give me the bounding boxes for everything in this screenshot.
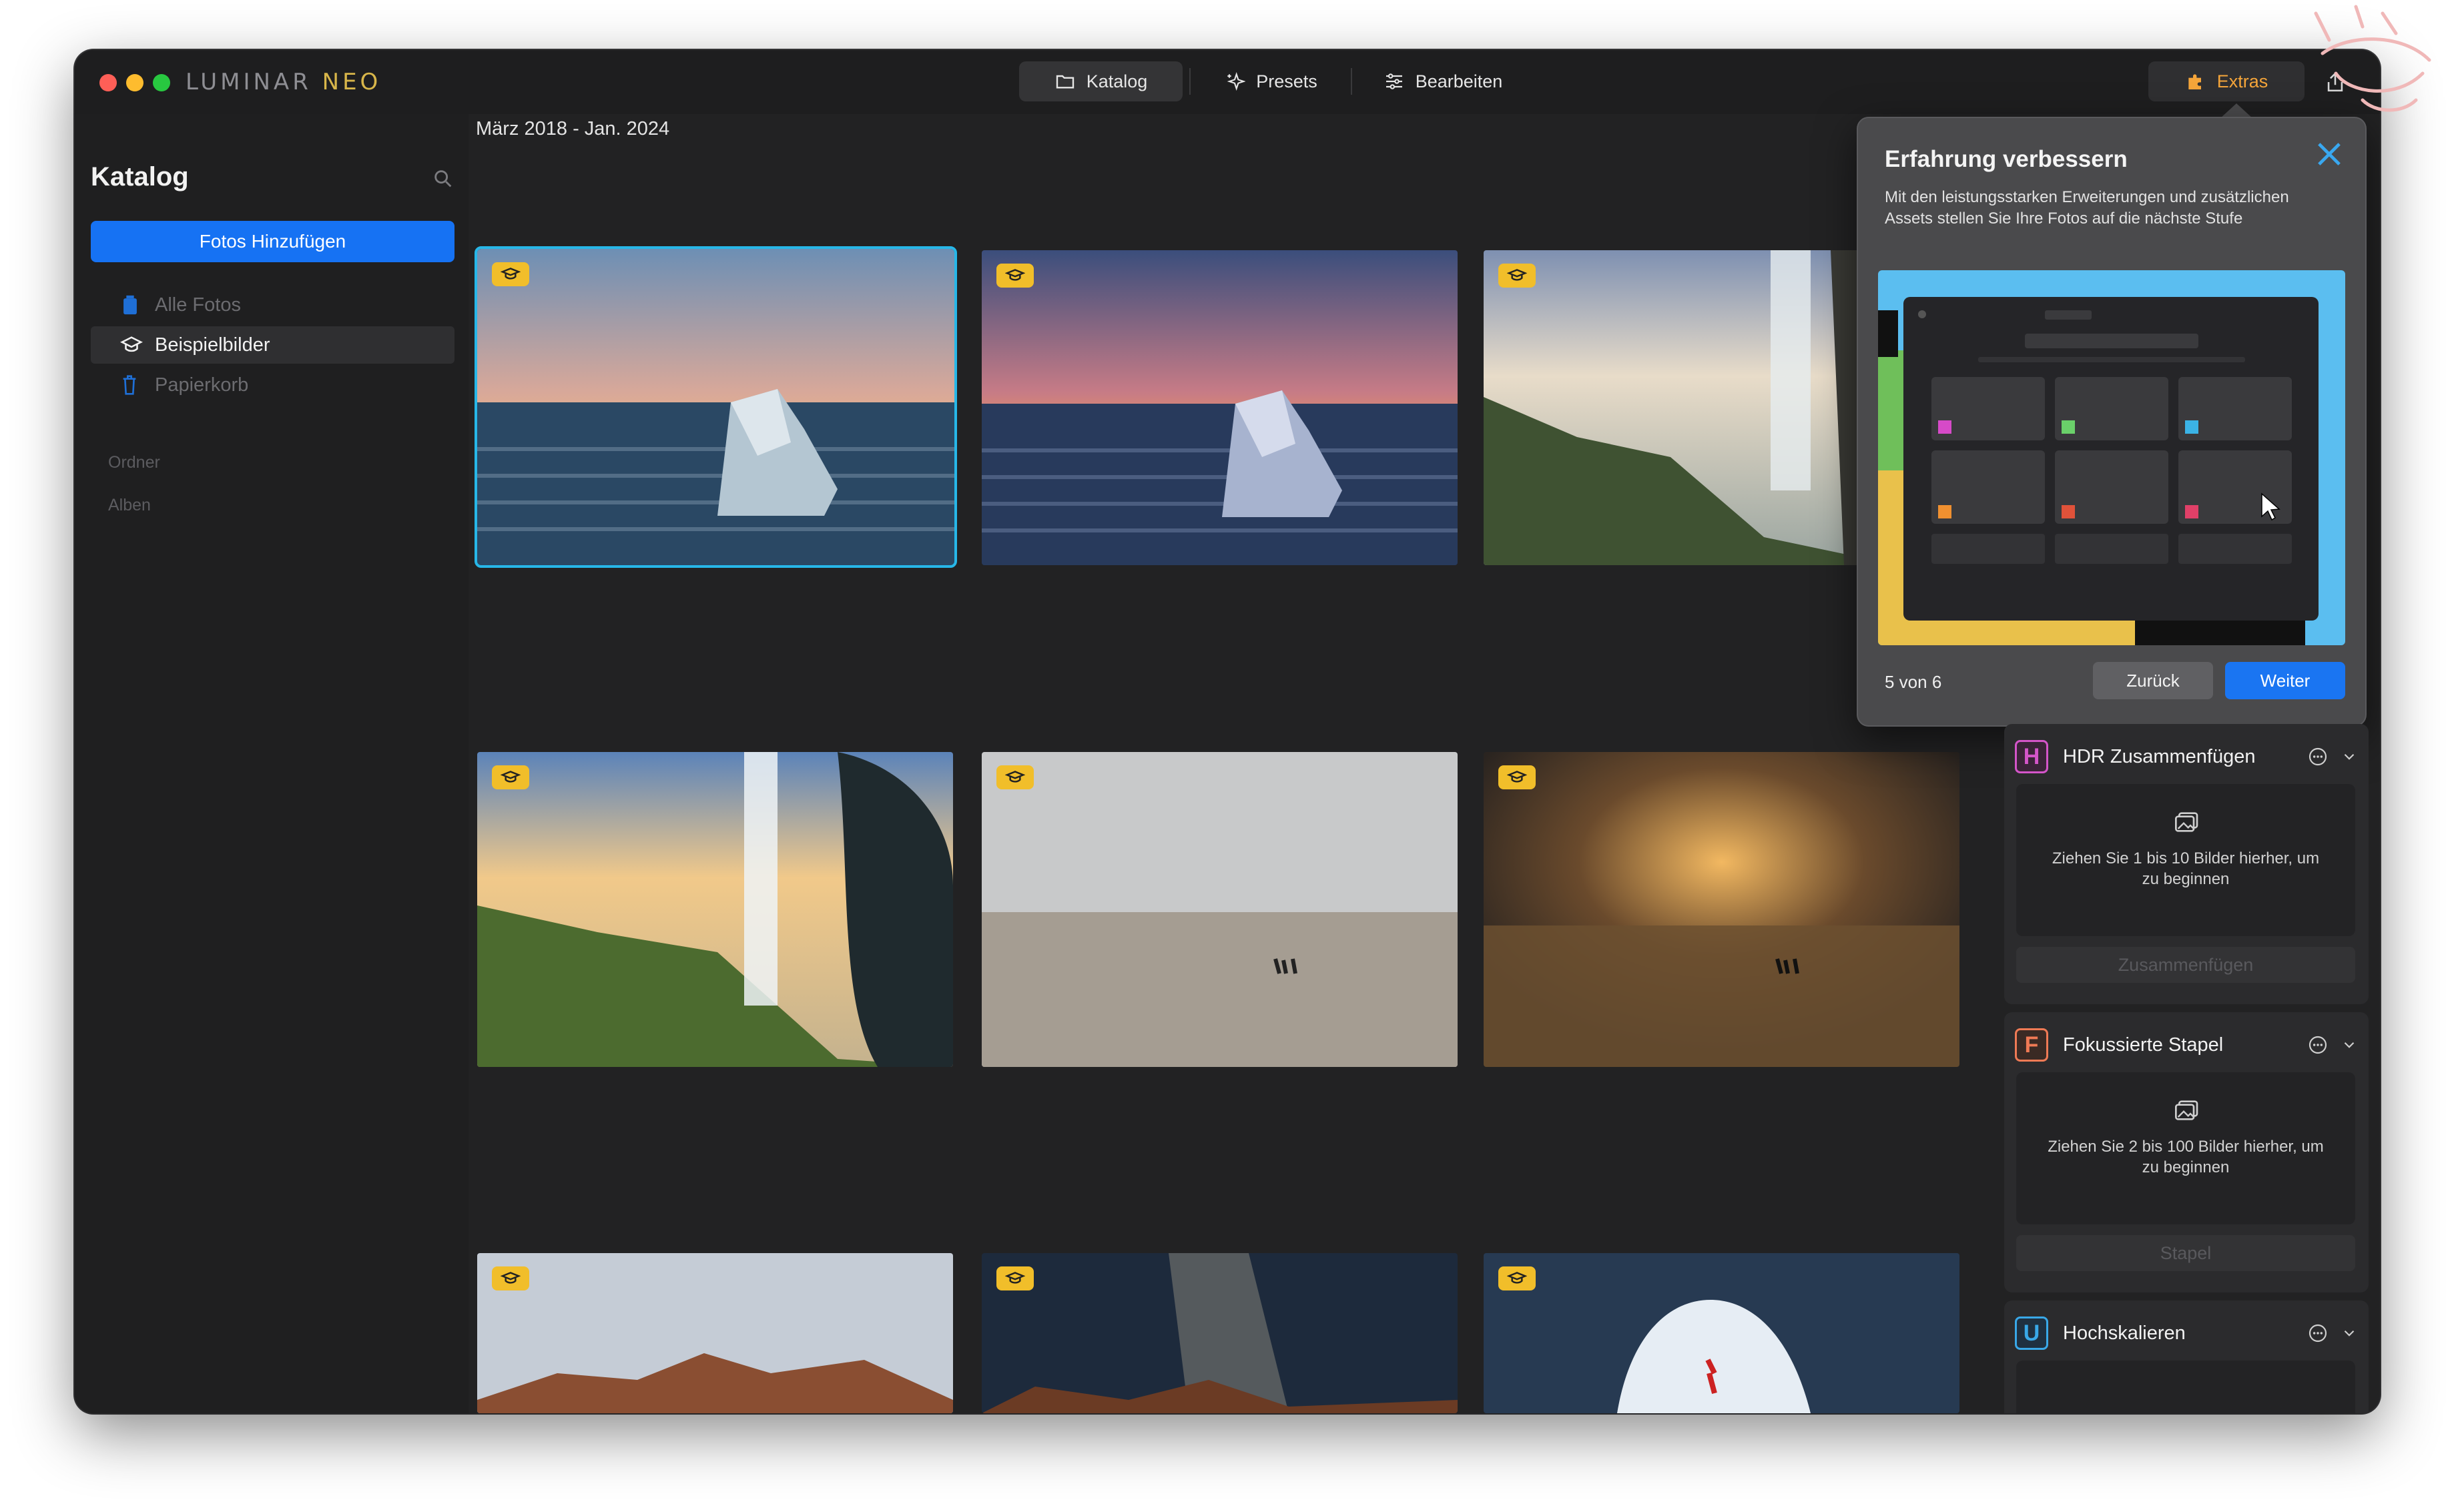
graduation-cap-icon (501, 268, 521, 280)
back-button[interactable]: Zurück (2093, 662, 2213, 699)
sidebar-item-label: Beispielbilder (155, 334, 270, 356)
graduation-cap-icon (1507, 1272, 1527, 1284)
sidebar: Katalog Fotos Hinzufügen Alle Fotos Beis… (75, 114, 469, 1413)
chevron-down-icon[interactable] (2341, 1036, 2358, 1054)
extras-label: Extras (2216, 71, 2268, 91)
tab-presets[interactable]: Presets (1197, 61, 1344, 101)
photo-thumbnail-ice-cave[interactable] (1484, 1253, 1959, 1413)
popup-pointer (2220, 103, 2252, 118)
upscale-logo-icon: U (2015, 1316, 2048, 1350)
sample-badge (996, 264, 1034, 288)
sidebar-title: Katalog (91, 162, 189, 192)
extension-card-focus-stacking: F Fokussierte Stapel Ziehen Sie 2 bis 10… (2004, 1012, 2369, 1292)
sidebar-item-label: Alle Fotos (155, 294, 241, 316)
photo-thumbnail-beach-grey[interactable] (982, 752, 1458, 1067)
graduation-cap-icon (501, 771, 521, 783)
extension-title: HDR Zusammenfügen (2063, 745, 2256, 767)
sample-badge (996, 765, 1034, 789)
graduation-cap-icon (1005, 1272, 1025, 1284)
add-photos-button[interactable]: Fotos Hinzufügen (91, 221, 454, 262)
photo-thumbnail-waterfall-1[interactable] (1484, 250, 1897, 565)
images-icon (2175, 1100, 2198, 1120)
date-range-title: März 2018 - Jan. 2024 (476, 118, 670, 139)
popup-description: Mit den leistungsstarken Erweiterungen u… (1885, 188, 2289, 228)
popup-title: Erfahrung verbessern (1885, 146, 2128, 172)
sparkle-icon (1227, 71, 1246, 91)
tab-katalog-label: Katalog (1086, 71, 1148, 91)
extension-title: Fokussierte Stapel (2063, 1034, 2224, 1056)
tab-bearbeiten-label: Bearbeiten (1415, 71, 1503, 91)
drop-zone[interactable]: Ziehen Sie 2 bis 100 Bilder hierher, um … (2016, 1072, 2355, 1224)
photo-thumbnail-rocks-sky[interactable] (477, 1253, 953, 1413)
hdr-logo-icon: H (2015, 740, 2048, 773)
sliders-icon (1386, 73, 1402, 89)
extension-card-upscale: U Hochskalieren (2004, 1300, 2369, 1413)
sidebar-section-alben[interactable]: Alben (108, 496, 151, 515)
photo-thumbnail-waterfall-2[interactable] (477, 752, 953, 1067)
sample-badge (492, 262, 529, 286)
app-logo: LUMINAR NEO (186, 69, 382, 95)
tab-bearbeiten[interactable]: Bearbeiten (1359, 61, 1527, 101)
onboarding-popup: Erfahrung verbessern Mit den leistungsst… (1857, 117, 2367, 727)
zoom-window-button[interactable] (153, 74, 170, 91)
drop-zone-text: Ziehen Sie 2 bis 100 Bilder hierher, um … (2048, 1138, 2324, 1176)
more-options-icon[interactable] (2307, 1322, 2329, 1344)
drop-zone[interactable]: Ziehen Sie 1 bis 10 Bilder hierher, um z… (2016, 784, 2355, 936)
search-icon[interactable] (432, 167, 454, 190)
more-options-icon[interactable] (2307, 1034, 2329, 1056)
extension-card-hdr: H HDR Zusammenfügen Ziehen Sie 1 bis 10 … (2004, 724, 2369, 1004)
photo-thumbnail-iceberg-1[interactable] (475, 246, 957, 568)
sidebar-section-ordner[interactable]: Ordner (108, 453, 160, 472)
chevron-down-icon[interactable] (2341, 748, 2358, 765)
graduation-cap-icon (501, 1272, 521, 1284)
app-window: LUMINAR NEO Katalog Presets Bearbeiten E… (75, 50, 2380, 1413)
graduation-cap-icon (1005, 269, 1025, 281)
more-options-icon[interactable] (2307, 746, 2329, 767)
tab-presets-label: Presets (1256, 71, 1317, 91)
chevron-down-icon[interactable] (2341, 1325, 2358, 1342)
drop-zone[interactable] (2016, 1361, 2355, 1413)
next-button[interactable]: Weiter (2225, 662, 2345, 699)
drop-zone-text: Ziehen Sie 1 bis 10 Bilder hierher, um z… (2052, 849, 2320, 888)
graduation-cap-icon (1507, 269, 1527, 281)
puzzle-icon (2188, 74, 2201, 89)
watermark-logo (2314, 5, 2431, 112)
sample-badge (1498, 765, 1536, 789)
sample-badge (1498, 1266, 1536, 1290)
graduation-cap-icon (1005, 771, 1025, 783)
stack-button[interactable]: Stapel (2016, 1235, 2355, 1271)
focus-stacking-logo-icon: F (2015, 1028, 2048, 1062)
minimize-window-button[interactable] (126, 74, 143, 91)
merge-button[interactable]: Zusammenfügen (2016, 947, 2355, 983)
extensions-preview-image (1878, 270, 2345, 645)
sidebar-item-label: Papierkorb (155, 374, 249, 396)
graduation-cap-icon (120, 334, 143, 356)
sidebar-item-alle-fotos[interactable]: Alle Fotos (91, 286, 454, 324)
sidebar-item-beispielbilder[interactable]: Beispielbilder (91, 326, 454, 364)
sample-badge (492, 765, 529, 789)
tab-katalog[interactable]: Katalog (1019, 61, 1183, 101)
sample-badge (1498, 264, 1536, 288)
extensions-panel: H HDR Zusammenfügen Ziehen Sie 1 bis 10 … (2004, 724, 2380, 1413)
photo-thumbnail-milky-way[interactable] (982, 1253, 1458, 1413)
photo-thumbnail-iceberg-2[interactable] (982, 250, 1458, 565)
sample-badge (996, 1266, 1034, 1290)
step-indicator: 5 von 6 (1885, 672, 1942, 692)
folder-icon (1056, 75, 1074, 89)
top-navigation: Katalog Presets Bearbeiten (1019, 61, 1527, 101)
close-window-button[interactable] (99, 74, 117, 91)
sample-badge (492, 1266, 529, 1290)
photo-thumbnail-beach-sunset[interactable] (1484, 752, 1959, 1067)
trash-icon (120, 374, 143, 396)
graduation-cap-icon (1507, 771, 1527, 783)
extras-button[interactable]: Extras (2148, 61, 2305, 101)
title-bar: LUMINAR NEO Katalog Presets Bearbeiten E… (75, 50, 2380, 114)
sidebar-item-papierkorb[interactable]: Papierkorb (91, 366, 454, 404)
extension-title: Hochskalieren (2063, 1322, 2186, 1344)
images-icon (2175, 812, 2198, 832)
photos-icon (120, 294, 143, 316)
